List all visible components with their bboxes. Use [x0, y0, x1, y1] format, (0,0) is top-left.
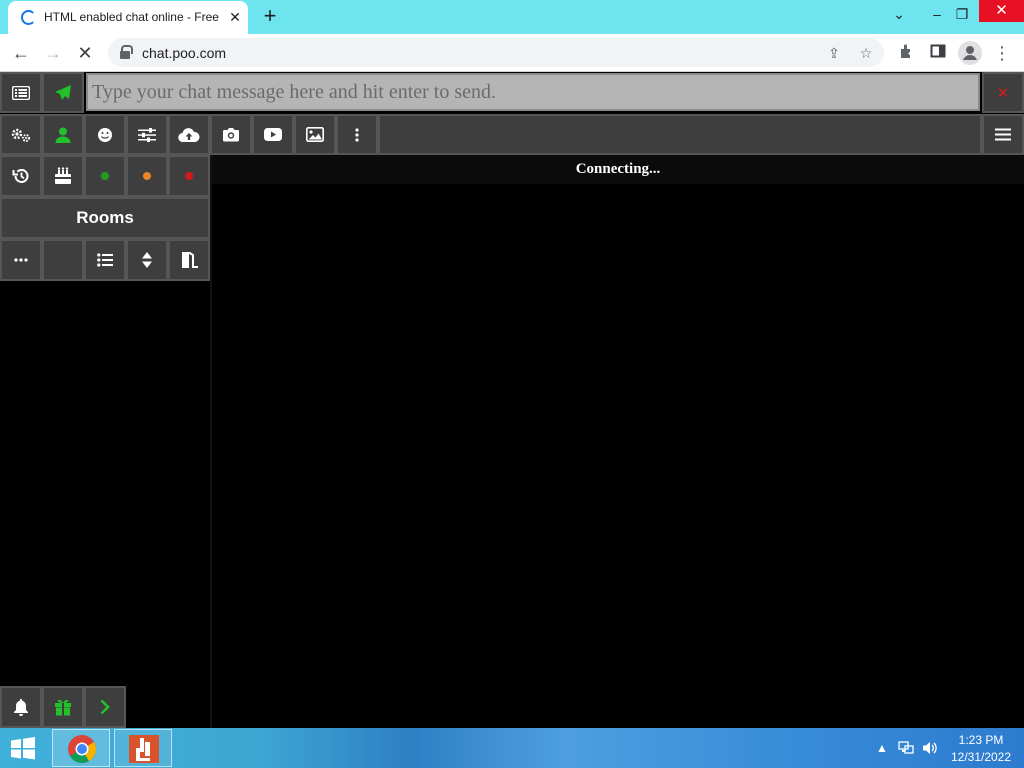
empty-slot-button[interactable] — [42, 239, 84, 281]
back-button[interactable]: ← — [8, 40, 34, 66]
youtube-icon[interactable] — [252, 114, 294, 155]
more-options-icon[interactable] — [336, 114, 378, 155]
network-icon[interactable] — [898, 740, 914, 756]
send-message-button[interactable] — [42, 72, 84, 113]
sort-icon[interactable] — [126, 239, 168, 281]
windows-taskbar: ▲ 1:23 PM 12/31/2022 — [0, 728, 1024, 768]
notifications-bell-icon[interactable] — [0, 686, 42, 728]
room-list-panel — [0, 282, 210, 728]
chat-message-input[interactable] — [86, 73, 980, 111]
extensions-icon[interactable] — [896, 43, 916, 63]
bookmark-star-icon[interactable]: ☆ — [856, 43, 876, 63]
url-text: chat.poo.com — [142, 45, 227, 61]
chat-status-bar: Connecting... — [212, 155, 1024, 184]
browser-tab[interactable]: HTML enabled chat online - Free ✕ — [8, 1, 248, 34]
green-status-dot-icon — [101, 172, 109, 180]
tab-search-icon[interactable]: ⌄ — [882, 0, 916, 30]
settings-gears-icon[interactable] — [0, 114, 42, 155]
rooms-header[interactable]: Rooms — [0, 197, 210, 239]
chat-messages-area: Connecting... — [212, 155, 1024, 728]
taskbar-date[interactable]: 12/31/2022 — [946, 750, 1016, 764]
app-taskbar-button[interactable] — [114, 729, 172, 767]
status-online-button[interactable] — [84, 155, 126, 197]
orange-status-dot-icon — [143, 172, 151, 180]
show-hidden-icons-icon[interactable]: ▲ — [874, 740, 890, 756]
start-windows-icon[interactable] — [8, 736, 38, 760]
new-tab-button[interactable]: + — [258, 5, 282, 29]
tab-close-icon[interactable]: ✕ — [226, 8, 244, 26]
window-close-button[interactable]: ✕ — [979, 0, 1024, 22]
screen: HTML enabled chat online - Free ✕ + ⌄ – … — [0, 0, 1024, 768]
exit-door-icon[interactable] — [168, 239, 210, 281]
emoji-icon[interactable] — [84, 114, 126, 155]
profile-avatar-icon[interactable] — [958, 41, 982, 65]
side-panel-icon[interactable] — [928, 43, 948, 63]
address-bar[interactable]: chat.poo.com ⇪ ☆ — [108, 38, 884, 67]
restore-button[interactable]: ❐ — [945, 0, 979, 30]
history-icon[interactable] — [0, 155, 42, 197]
browser-menu-icon[interactable]: ⋮ — [992, 43, 1012, 63]
user-profile-icon[interactable] — [42, 114, 84, 155]
upload-cloud-icon[interactable] — [168, 114, 210, 155]
browser-toolbar: ← → ✕ chat.poo.com ⇪ ☆ ⋮ — [0, 34, 1024, 72]
browser-tab-strip: HTML enabled chat online - Free ✕ + ⌄ – … — [0, 0, 1024, 34]
room-list-icon[interactable] — [84, 239, 126, 281]
red-status-dot-icon — [185, 172, 193, 180]
chrome-taskbar-button[interactable] — [52, 729, 110, 767]
ellipsis-icon[interactable] — [0, 239, 42, 281]
connection-status: Connecting... — [575, 161, 661, 177]
tab-title: HTML enabled chat online - Free — [44, 10, 219, 24]
taskbar-time[interactable]: 1:23 PM — [946, 733, 1016, 747]
volume-icon[interactable] — [922, 740, 938, 756]
clear-message-icon[interactable]: ✕ — [982, 72, 1024, 113]
status-away-button[interactable] — [126, 155, 168, 197]
share-icon[interactable]: ⇪ — [824, 43, 844, 63]
status-busy-button[interactable] — [168, 155, 210, 197]
image-icon[interactable] — [294, 114, 336, 155]
hamburger-menu-icon[interactable] — [982, 114, 1024, 155]
forward-button[interactable]: → — [40, 40, 66, 66]
toolbar-spacer — [378, 114, 982, 155]
message-list-button[interactable] — [0, 72, 42, 113]
chat-app: ✕ — [0, 72, 1024, 728]
loading-spinner-icon — [21, 10, 36, 25]
expand-chevron-icon[interactable] — [84, 686, 126, 728]
stop-loading-button[interactable]: ✕ — [72, 40, 98, 66]
birthday-cake-icon[interactable] — [42, 155, 84, 197]
gift-icon[interactable] — [42, 686, 84, 728]
sliders-icon[interactable] — [126, 114, 168, 155]
lock-icon — [120, 45, 133, 59]
camera-icon[interactable] — [210, 114, 252, 155]
